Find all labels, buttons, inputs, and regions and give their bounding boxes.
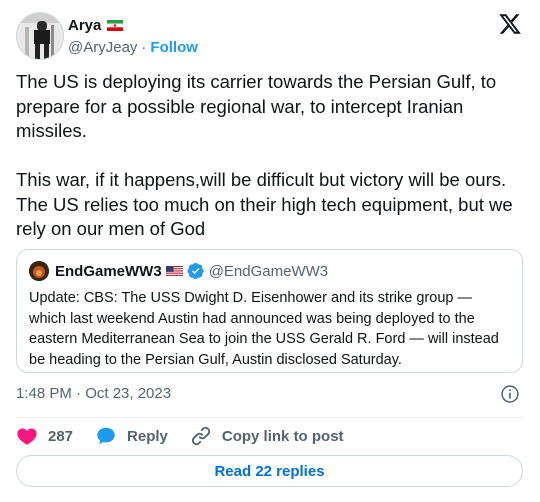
- post-timestamp[interactable]: 1:48 PM · Oct 23, 2023: [16, 385, 171, 402]
- copy-link-label: Copy link to post: [221, 427, 344, 445]
- heart-icon: [17, 428, 37, 445]
- author-info: Arya @AryJeay · Follow: [68, 15, 198, 57]
- read-replies-button[interactable]: Read 22 replies: [16, 455, 523, 487]
- separator-dot: ·: [141, 38, 147, 56]
- quoted-post-header: EndGameWW3 @EndGameWW3: [29, 261, 328, 281]
- us-flag-icon: [165, 265, 183, 277]
- quoted-author-handle: @EndGameWW3: [208, 262, 329, 280]
- reply-button[interactable]: Reply: [95, 425, 168, 447]
- iran-flag-icon: [107, 19, 124, 31]
- action-bar: 287 Reply Copy link to post: [16, 424, 366, 448]
- quoted-post[interactable]: EndGameWW3 @EndGameWW3 Update: CBS: The …: [16, 249, 523, 373]
- quoted-author-name: EndGameWW3: [55, 262, 162, 280]
- like-button[interactable]: 287: [16, 425, 73, 447]
- author-handle[interactable]: @AryJeay: [68, 39, 137, 56]
- like-count: 287: [48, 427, 74, 445]
- copy-link-button[interactable]: Copy link to post: [190, 425, 344, 447]
- follow-link[interactable]: Follow: [150, 39, 198, 56]
- quoted-author-avatar: [29, 261, 49, 281]
- reply-bubble-icon: [97, 427, 115, 445]
- verified-badge-icon: [187, 262, 204, 280]
- quoted-post-text: Update: CBS: The USS Dwight D. Eisenhowe…: [29, 290, 499, 368]
- reply-label: Reply: [127, 427, 168, 445]
- author-name[interactable]: Arya: [68, 17, 101, 34]
- post-text: The US is deploying its carrier towards …: [16, 71, 513, 239]
- link-icon: [191, 426, 211, 446]
- divider: [16, 417, 524, 418]
- embedded-post-card: Arya @AryJeay · Follow The US is deployi…: [0, 0, 540, 502]
- info-icon[interactable]: [500, 384, 520, 404]
- author-avatar[interactable]: [16, 12, 64, 60]
- x-logo-icon[interactable]: [498, 12, 522, 36]
